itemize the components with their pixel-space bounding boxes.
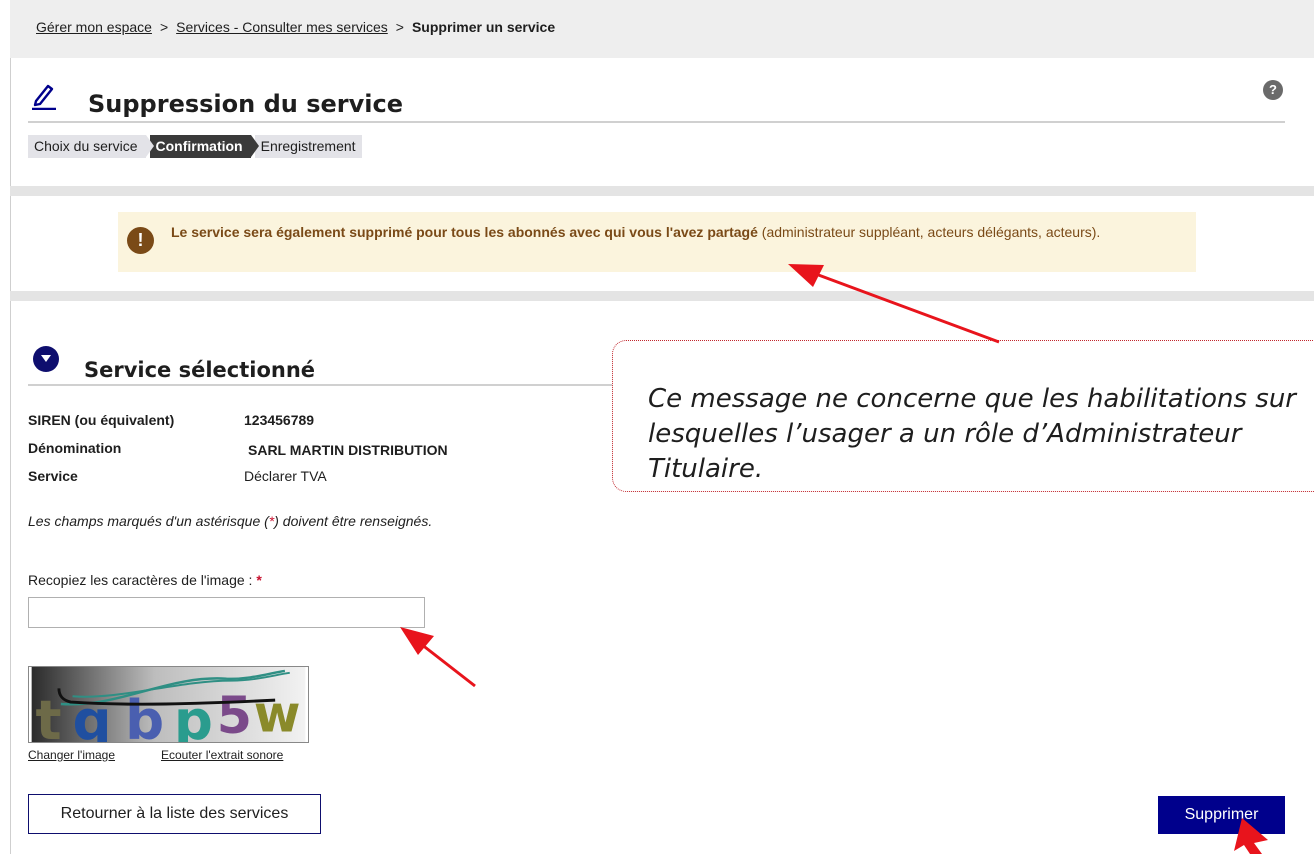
step-confirmation: Confirmation	[149, 135, 259, 158]
captcha-label-text: Recopiez les caractères de l'image :	[28, 572, 253, 588]
annotation-callout: Ce message ne concerne que les habilitat…	[612, 340, 1314, 492]
siren-label: SIREN (ou équivalent)	[28, 412, 175, 428]
step-arrow	[145, 135, 154, 157]
alert-message: Le service sera également supprimé pour …	[171, 222, 1191, 243]
section-separator	[10, 186, 1314, 196]
step-choix-du-service: Choix du service	[28, 135, 154, 158]
breadcrumb: Gérer mon espace > Services - Consulter me…	[36, 19, 555, 35]
section-title: Service sélectionné	[84, 358, 316, 382]
step-label: Enregistrement	[260, 138, 356, 154]
captcha-image: t q b p 5 w	[28, 666, 309, 743]
warning-alert: ! Le service sera également supprimé pou…	[118, 212, 1196, 272]
service-value: Déclarer TVA	[244, 468, 327, 484]
service-label: Service	[28, 468, 78, 484]
delete-button[interactable]: Supprimer	[1158, 796, 1285, 834]
section-divider	[28, 384, 613, 386]
step-label: Confirmation	[155, 138, 243, 154]
pencil-icon	[32, 84, 56, 110]
required-star: *	[256, 572, 262, 588]
breadcrumb-link-gerer-mon-espace[interactable]: Gérer mon espace	[36, 19, 152, 35]
alert-normal-text: (administrateur suppléant, acteurs délég…	[757, 224, 1101, 240]
denomination-label: Dénomination	[28, 440, 122, 456]
required-note-text: ) doivent être renseignés.	[274, 513, 433, 529]
title-divider	[28, 121, 1285, 123]
help-icon[interactable]: ?	[1263, 80, 1283, 100]
alert-bold-text: Le service sera également supprimé pour …	[171, 224, 758, 240]
captcha-char: w	[254, 684, 301, 743]
step-arrow	[250, 135, 259, 157]
chevron-down-circle-icon	[33, 346, 59, 372]
captcha-input[interactable]	[28, 597, 425, 628]
breadcrumb-separator: >	[395, 19, 404, 35]
captcha-char: 5	[217, 686, 252, 743]
step-label: Choix du service	[34, 138, 138, 154]
listen-audio-link[interactable]: Ecouter l'extrait sonore	[161, 748, 283, 762]
required-note-text: Les champs marqués d'un astérisque (	[28, 513, 269, 529]
breadcrumb-separator: >	[159, 19, 169, 35]
captcha-char: b	[125, 688, 164, 743]
callout-text: Ce message ne concerne que les habilitat…	[648, 384, 1296, 484]
back-to-services-button[interactable]: Retourner à la liste des services	[28, 794, 321, 834]
section-separator	[10, 291, 1314, 301]
exclamation-icon: !	[127, 227, 154, 254]
captcha-char: q	[73, 688, 112, 743]
required-fields-note: Les champs marqués d'un astérisque (*) d…	[28, 513, 432, 529]
step-enregistrement: Enregistrement	[254, 135, 362, 158]
page-title: Suppression du service	[88, 90, 403, 118]
captcha-char: t	[36, 688, 62, 743]
change-image-link[interactable]: Changer l'image	[28, 748, 115, 762]
siren-value: 123456789	[244, 412, 315, 428]
progress-steps: Choix du service Confirmation Enregistre…	[28, 135, 366, 158]
captcha-char: p	[174, 688, 213, 743]
breadcrumb-current: Supprimer un service	[411, 19, 556, 35]
breadcrumb-link-services[interactable]: Services - Consulter mes services	[176, 19, 388, 35]
denomination-value: SARL MARTIN DISTRIBUTION	[248, 442, 448, 458]
captcha-label: Recopiez les caractères de l'image : *	[28, 572, 262, 588]
